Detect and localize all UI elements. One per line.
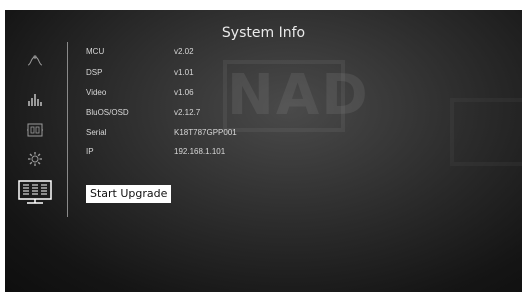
info-label: Video <box>86 88 107 97</box>
tv-screen: NAD System Info MCU v2.02 DSP v1.01 Vide… <box>5 10 522 292</box>
info-label: MCU <box>86 47 105 56</box>
speaker-setup-icon[interactable] <box>25 120 45 140</box>
sidebar-divider <box>67 42 68 217</box>
nad-logo-watermark: NAD <box>223 60 368 132</box>
system-info-icon[interactable] <box>17 179 53 207</box>
page-title: System Info <box>221 25 306 41</box>
info-label: IP <box>86 147 94 156</box>
start-upgrade-button[interactable]: Start Upgrade <box>86 185 172 203</box>
gear-icon[interactable] <box>25 149 45 169</box>
info-value: v1.01 <box>174 68 194 77</box>
info-value: v2.12.7 <box>174 108 201 117</box>
info-value: v1.06 <box>174 88 194 97</box>
info-label: Serial <box>86 128 107 137</box>
info-label: BluOS/OSD <box>86 108 129 117</box>
tone-wave-icon[interactable] <box>25 51 45 71</box>
info-label: DSP <box>86 68 103 77</box>
info-value: v2.02 <box>174 47 194 56</box>
watermark-decoration <box>450 98 522 166</box>
info-value: K18T787GPP001 <box>174 128 237 137</box>
info-value: 192.168.1.101 <box>174 147 226 156</box>
equalizer-icon[interactable] <box>25 89 45 109</box>
